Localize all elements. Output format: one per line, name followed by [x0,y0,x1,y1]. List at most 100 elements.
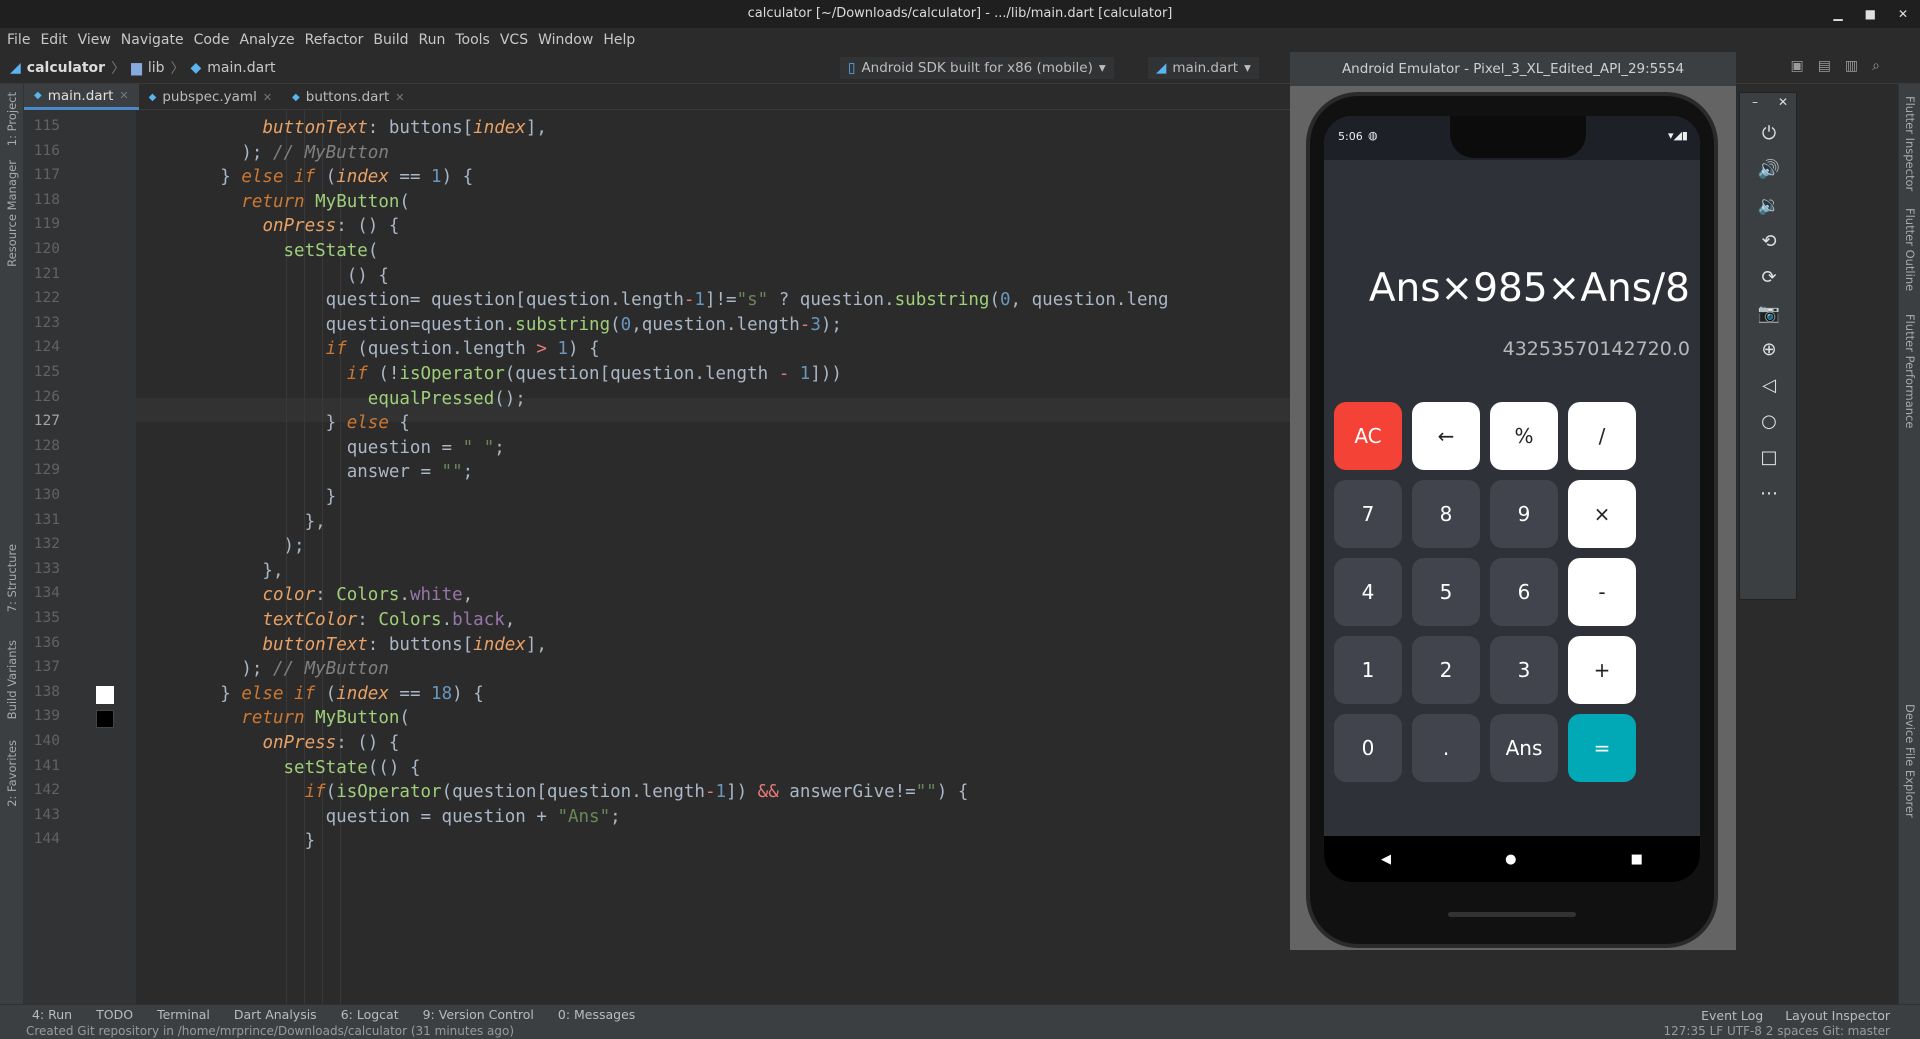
code-line: buttonText: buttons[index], [262,634,547,655]
line-number: 132 [33,536,60,553]
close-tab-icon[interactable]: ✕ [395,91,404,104]
menu-build[interactable]: Build [372,32,409,48]
calc-key-equals[interactable]: = [1568,714,1636,782]
emulator-close-icon[interactable]: ✕ [1778,95,1788,109]
dart-file-icon: ◆ [190,60,202,76]
camera-icon[interactable]: 📷 [1740,295,1798,331]
volume-up-icon[interactable]: 🔊 [1740,151,1798,187]
line-number: 118 [33,191,60,208]
tab-label: buttons.dart [305,89,390,105]
calc-key-percent[interactable]: % [1490,402,1558,470]
code-editor[interactable]: buttonText: buttons[index], ); // MyButt… [136,110,1290,1004]
bottom-tool-9-version-control[interactable]: 9: Version Control [423,1007,534,1022]
tab-pubspec-yaml[interactable]: ◆ pubspec.yaml ✕ [139,84,282,110]
bottom-tool-terminal[interactable]: Terminal [157,1007,210,1022]
calc-key-plus[interactable]: + [1568,636,1636,704]
right-tool-flutter-outline[interactable]: Flutter Outline [1903,208,1917,291]
bottom-tool-dart-analysis[interactable]: Dart Analysis [234,1007,317,1022]
line-number-gutter: 115 116 117 118 119 120 121 122 123 124 125 126 127 1… [24,110,136,1004]
right-tool-device-file-explorer[interactable]: Device File Explorer [1903,704,1917,818]
nav-back-icon[interactable]: ◀ [1381,852,1391,867]
menu-tools[interactable]: Tools [454,32,491,48]
phone-screen[interactable]: 5:06 ◍ ▾◢▮ Ans×985×Ans/8 43253570142720.… [1324,116,1700,882]
menu-vcs[interactable]: VCS [499,32,529,48]
tab-buttons-dart[interactable]: ◆ buttons.dart ✕ [282,84,414,110]
device-manager-icon[interactable]: ▥ [1845,58,1858,74]
status-line: Created Git repository in /home/mrprince… [0,1024,1920,1039]
device-selector[interactable]: ▯ Android SDK built for x86 (mobile) ▾ [840,57,1114,79]
menu-navigate[interactable]: Navigate [120,32,185,48]
left-tool-resource-manager[interactable]: Resource Manager [5,160,19,267]
calc-key-ans[interactable]: Ans [1490,714,1558,782]
close-tab-icon[interactable]: ✕ [119,89,128,102]
calc-key-2[interactable]: 2 [1412,636,1480,704]
menu-help[interactable]: Help [602,32,636,48]
menu-code[interactable]: Code [193,32,231,48]
overview-icon[interactable]: □ [1740,439,1798,475]
close-icon[interactable]: ✕ [1898,0,1908,28]
bottom-tool-4-run[interactable]: 4: Run [32,1007,72,1022]
calc-key-ac[interactable]: AC [1334,402,1402,470]
menu-refactor[interactable]: Refactor [304,32,365,48]
calc-key-backspace[interactable]: ← [1412,402,1480,470]
home-icon[interactable]: ○ [1740,403,1798,439]
calc-key-6[interactable]: 6 [1490,558,1558,626]
left-tool-1-project[interactable]: 1: Project [5,92,19,146]
breadcrumb-file[interactable]: main.dart [207,60,275,76]
tab-main-dart[interactable]: ◆ main.dart ✕ [24,84,139,110]
calc-key-divide[interactable]: / [1568,402,1636,470]
calc-key-0[interactable]: 0 [1334,714,1402,782]
menu-run[interactable]: Run [418,32,447,48]
left-tool-build-variants[interactable]: Build Variants [5,640,19,719]
rotate-left-icon[interactable]: ⟲ [1740,223,1798,259]
left-tool-2-favorites[interactable]: 2: Favorites [5,740,19,807]
nav-home-icon[interactable]: ● [1505,852,1516,867]
right-tool-flutter-performance[interactable]: Flutter Performance [1903,314,1917,428]
menu-file[interactable]: File [6,32,31,48]
bottom-tool-todo[interactable]: TODO [96,1007,133,1022]
search-icon[interactable]: ⌕ [1872,58,1880,74]
nav-overview-icon[interactable]: ■ [1631,852,1643,867]
status-time: 5:06 [1338,130,1363,143]
rotate-right-icon[interactable]: ⟳ [1740,259,1798,295]
bottom-tool-0-messages[interactable]: 0: Messages [558,1007,635,1022]
breadcrumb-project[interactable]: calculator [27,60,105,76]
color-swatch-white[interactable] [96,686,114,704]
bottom-tool-layout-inspector[interactable]: Layout Inspector [1785,1008,1890,1023]
calc-key-4[interactable]: 4 [1334,558,1402,626]
window-controls: ▁ ■ ✕ [1833,0,1908,28]
toolbar-icons: ▣ ▤ ▥ ⌕ [1790,58,1880,74]
color-swatch-black[interactable] [96,710,114,728]
code-line: answer = ""; [136,462,474,483]
calc-key-minus[interactable]: - [1568,558,1636,626]
menu-view[interactable]: View [77,32,112,48]
sdk-manager-icon[interactable]: ▣ [1790,58,1803,74]
breadcrumb-folder[interactable]: lib [148,60,165,76]
menu-window[interactable]: Window [537,32,594,48]
right-tool-flutter-inspector[interactable]: Flutter Inspector [1903,96,1917,191]
run-config-selector[interactable]: ◢ main.dart ▾ [1148,57,1259,79]
calc-key-5[interactable]: 5 [1412,558,1480,626]
emulator-minimize-icon[interactable]: – [1752,95,1758,109]
back-icon[interactable]: ◁ [1740,367,1798,403]
more-icon[interactable]: ⋯ [1740,475,1798,511]
menu-edit[interactable]: Edit [39,32,68,48]
calc-key-8[interactable]: 8 [1412,480,1480,548]
volume-down-icon[interactable]: 🔉 [1740,187,1798,223]
close-tab-icon[interactable]: ✕ [263,91,272,104]
bottom-tool-6-logcat[interactable]: 6: Logcat [341,1007,399,1022]
menu-analyze[interactable]: Analyze [238,32,295,48]
left-tool-7-structure[interactable]: 7: Structure [5,544,19,612]
zoom-icon[interactable]: ⊕ [1740,331,1798,367]
power-icon[interactable]: ⏻ [1740,115,1798,151]
minimize-icon[interactable]: ▁ [1833,0,1842,28]
calc-key-1[interactable]: 1 [1334,636,1402,704]
calc-key-9[interactable]: 9 [1490,480,1558,548]
calc-key-3[interactable]: 3 [1490,636,1558,704]
calc-key-dot[interactable]: . [1412,714,1480,782]
bottom-tool-event-log[interactable]: Event Log [1701,1008,1763,1023]
calc-key-7[interactable]: 7 [1334,480,1402,548]
calc-key-multiply[interactable]: × [1568,480,1636,548]
maximize-icon[interactable]: ■ [1865,0,1876,28]
avd-manager-icon[interactable]: ▤ [1818,58,1831,74]
